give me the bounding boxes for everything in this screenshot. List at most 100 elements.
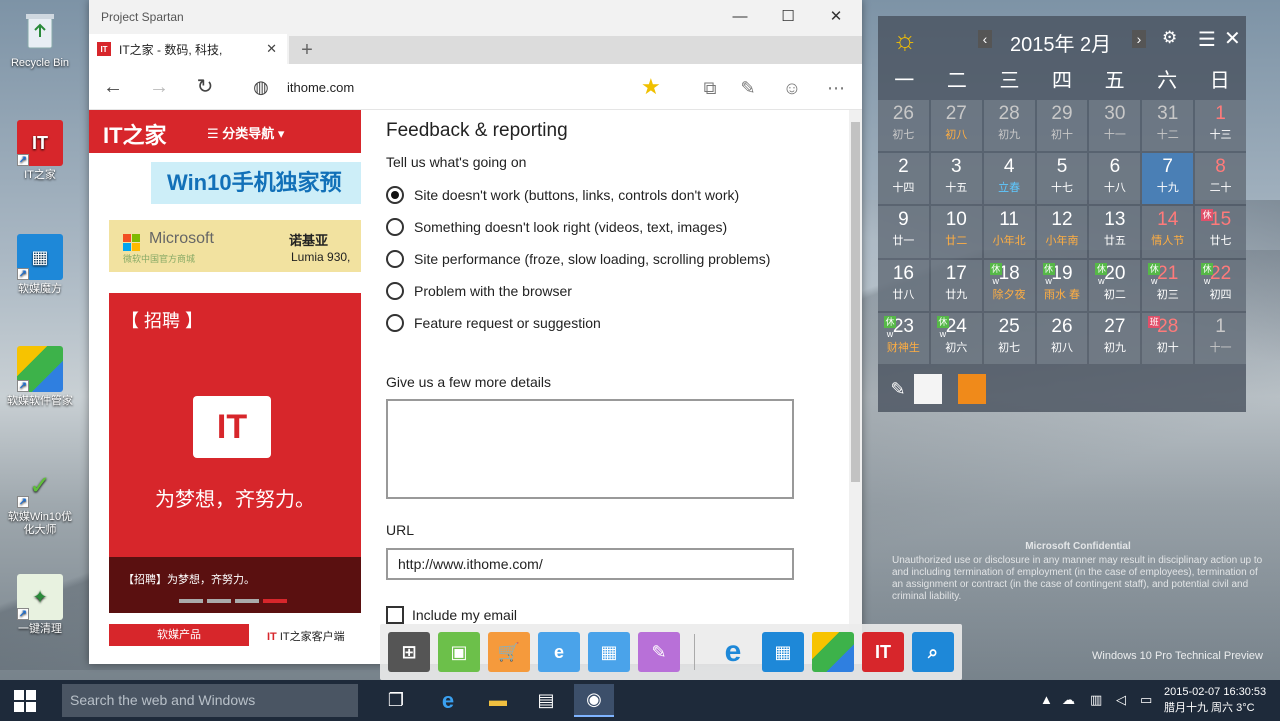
include-email-row[interactable]: Include my email (386, 606, 517, 624)
radio-button[interactable] (386, 282, 404, 300)
tools-folder-icon[interactable]: ✎ (638, 632, 680, 672)
ie-folder-icon[interactable]: e (538, 632, 580, 672)
network-icon[interactable]: ▥ (1090, 692, 1102, 708)
radio-site-broken[interactable]: Site doesn't work (buttons, links, contr… (386, 186, 739, 204)
memo-icon[interactable] (958, 374, 986, 404)
new-tab-button[interactable]: + (293, 36, 321, 64)
calendar-day[interactable]: 28 初九 (983, 100, 1035, 152)
close-tab-icon[interactable]: ✕ (266, 41, 277, 57)
calendar-day[interactable]: 休 15 廿七 (1195, 206, 1246, 258)
calendar-day-today[interactable]: 7 十九 (1142, 153, 1194, 205)
radio-browser-problem[interactable]: Problem with the browser (386, 282, 572, 300)
address-input[interactable]: ithome.com (287, 80, 354, 95)
desktop-icon-software-manager[interactable]: ↗ 软媒软件管家 (4, 346, 76, 408)
calendar-day[interactable]: 休w 23 财神生 (878, 312, 929, 364)
menu-icon[interactable]: ☰ (1198, 27, 1216, 52)
calendar-day[interactable]: 13 廿五 (1089, 206, 1141, 258)
web-note-icon[interactable]: ✎ (735, 75, 761, 101)
internet-explorer-icon[interactable]: e (712, 632, 754, 672)
desktop-icon-cube[interactable]: ▦ ↗ 软媒魔方 (4, 234, 76, 296)
calendar-day[interactable]: 休w 24 初六 (930, 312, 982, 364)
calendar-day[interactable]: 9 廿一 (878, 206, 929, 258)
radio-button[interactable] (386, 218, 404, 236)
refresh-button[interactable]: ↻ (189, 72, 221, 102)
client-tab[interactable]: IT IT之家客户端 (267, 628, 345, 644)
calendar-day[interactable]: 30 十一 (1089, 100, 1141, 152)
calendar-day[interactable]: 6 十八 (1089, 153, 1141, 205)
store-folder-icon[interactable]: 🛒 (488, 632, 530, 672)
recruit-slideshow[interactable]: 【 招聘 】 IT 为梦想，齐努力。 【招聘】为梦想，齐努力。 (109, 293, 361, 613)
reading-list-icon[interactable]: ⧉ (697, 75, 723, 101)
search-dock-icon[interactable]: ⌕ (912, 632, 954, 672)
ithome-dock-icon[interactable]: IT (862, 632, 904, 672)
ithome-logo[interactable]: IT之家 (103, 118, 167, 150)
start-button[interactable] (0, 680, 50, 721)
maximize-button[interactable]: ☐ (765, 4, 811, 30)
calendar-day[interactable]: 26 初七 (878, 100, 929, 152)
calendar-day[interactable]: 休w 18 除夕夜 (983, 259, 1035, 311)
calendar-day[interactable]: 8 二十 (1195, 153, 1246, 205)
forward-button[interactable]: → (143, 72, 175, 102)
url-field[interactable]: http://www.ithome.com/ (386, 548, 794, 580)
feedback-smiley-icon[interactable]: ☺ (779, 75, 805, 101)
calendar-day[interactable]: 休w 19 雨水 春 (1036, 259, 1088, 311)
pencil-icon[interactable]: ✎ (884, 374, 912, 404)
calendar-day[interactable]: 31 十二 (1142, 100, 1194, 152)
store-taskbar-icon[interactable]: ▤ (526, 684, 566, 717)
details-textarea[interactable] (386, 399, 794, 499)
cloud-icon[interactable]: ☁ (1062, 692, 1075, 708)
spartan-taskbar-icon[interactable]: ◉ (574, 684, 614, 717)
calendar-day[interactable]: 1 十三 (1195, 100, 1246, 152)
desktop-icon-recycle-bin[interactable]: Recycle Bin (4, 8, 76, 70)
ie-taskbar-icon[interactable]: e (428, 684, 468, 717)
calendar-day[interactable]: 25 初七 (983, 312, 1035, 364)
desktop-icon-cleanup[interactable]: ✦ ↗ 一键清理 (4, 574, 76, 636)
calendar-day[interactable]: 12 小年南 (1036, 206, 1088, 258)
calendar-day[interactable]: 16 廿八 (878, 259, 929, 311)
cube-folder-icon[interactable]: ▦ (588, 632, 630, 672)
calendar-day[interactable]: 27 初九 (1089, 312, 1141, 364)
calendar-day[interactable]: 17 廿九 (930, 259, 982, 311)
radio-button[interactable] (386, 250, 404, 268)
slide-dot[interactable] (179, 599, 203, 603)
slide-dot[interactable] (207, 599, 231, 603)
radio-performance[interactable]: Site performance (froze, slow loading, s… (386, 250, 770, 268)
calendar-day[interactable]: 3 十五 (930, 153, 982, 205)
calendar-day[interactable]: 休w 20 初二 (1089, 259, 1141, 311)
software-manager-dock-icon[interactable] (812, 632, 854, 672)
calendar-day[interactable]: 29 初十 (1036, 100, 1088, 152)
file-explorer-icon[interactable]: ▬ (478, 684, 518, 717)
prev-month-button[interactable]: ‹ (978, 30, 992, 48)
radio-looks-wrong[interactable]: Something doesn't look right (videos, te… (386, 218, 727, 236)
title-bar[interactable]: Project Spartan — ☐ ✕ (89, 0, 862, 34)
notification-icon[interactable]: ▭ (1140, 692, 1152, 708)
slide-dot-active[interactable] (263, 599, 287, 603)
category-nav-menu[interactable]: ☰ 分类导航 ▾ (207, 123, 284, 142)
taskbar-search-box[interactable]: Search the web and Windows (62, 684, 358, 717)
desktop-icon-ithome[interactable]: IT ↗ IT之家 (4, 120, 76, 182)
scrollbar-thumb[interactable] (851, 122, 860, 482)
calendar-day[interactable]: 14 情人节 (1142, 206, 1194, 258)
slideshow-dots[interactable] (179, 599, 287, 603)
products-tab[interactable]: 软媒产品 (109, 624, 249, 646)
notes-icon[interactable] (914, 374, 942, 404)
close-window-button[interactable]: ✕ (813, 4, 859, 30)
close-icon[interactable]: ✕ (1224, 26, 1241, 51)
next-month-button[interactable]: › (1132, 30, 1146, 48)
calendar-day[interactable]: 26 初八 (1036, 312, 1088, 364)
slide-dot[interactable] (235, 599, 259, 603)
desktop-icon-optimizer[interactable]: ✓ ↗ 软媒Win10优化大师 (4, 462, 76, 537)
page-scrollbar[interactable] (849, 110, 862, 664)
include-email-checkbox[interactable] (386, 606, 404, 624)
task-view-icon[interactable]: ❐ (376, 684, 416, 717)
rubik-cube-icon[interactable]: ▦ (762, 632, 804, 672)
calendar-day[interactable]: 2 十四 (878, 153, 929, 205)
calendar-day[interactable]: 班 28 初十 (1142, 312, 1194, 364)
show-hidden-icons[interactable]: ▲ (1040, 692, 1053, 707)
android-folder-icon[interactable]: ▣ (438, 632, 480, 672)
win10-phone-banner[interactable]: Win10手机独家预 (151, 162, 361, 204)
calendar-day[interactable]: 5 十七 (1036, 153, 1088, 205)
tab-ithome[interactable]: IT IT之家 - 数码, 科技, ✕ (89, 34, 287, 64)
more-menu-icon[interactable]: ⋯ (823, 75, 849, 101)
favorite-star-icon[interactable]: ★ (641, 74, 661, 100)
